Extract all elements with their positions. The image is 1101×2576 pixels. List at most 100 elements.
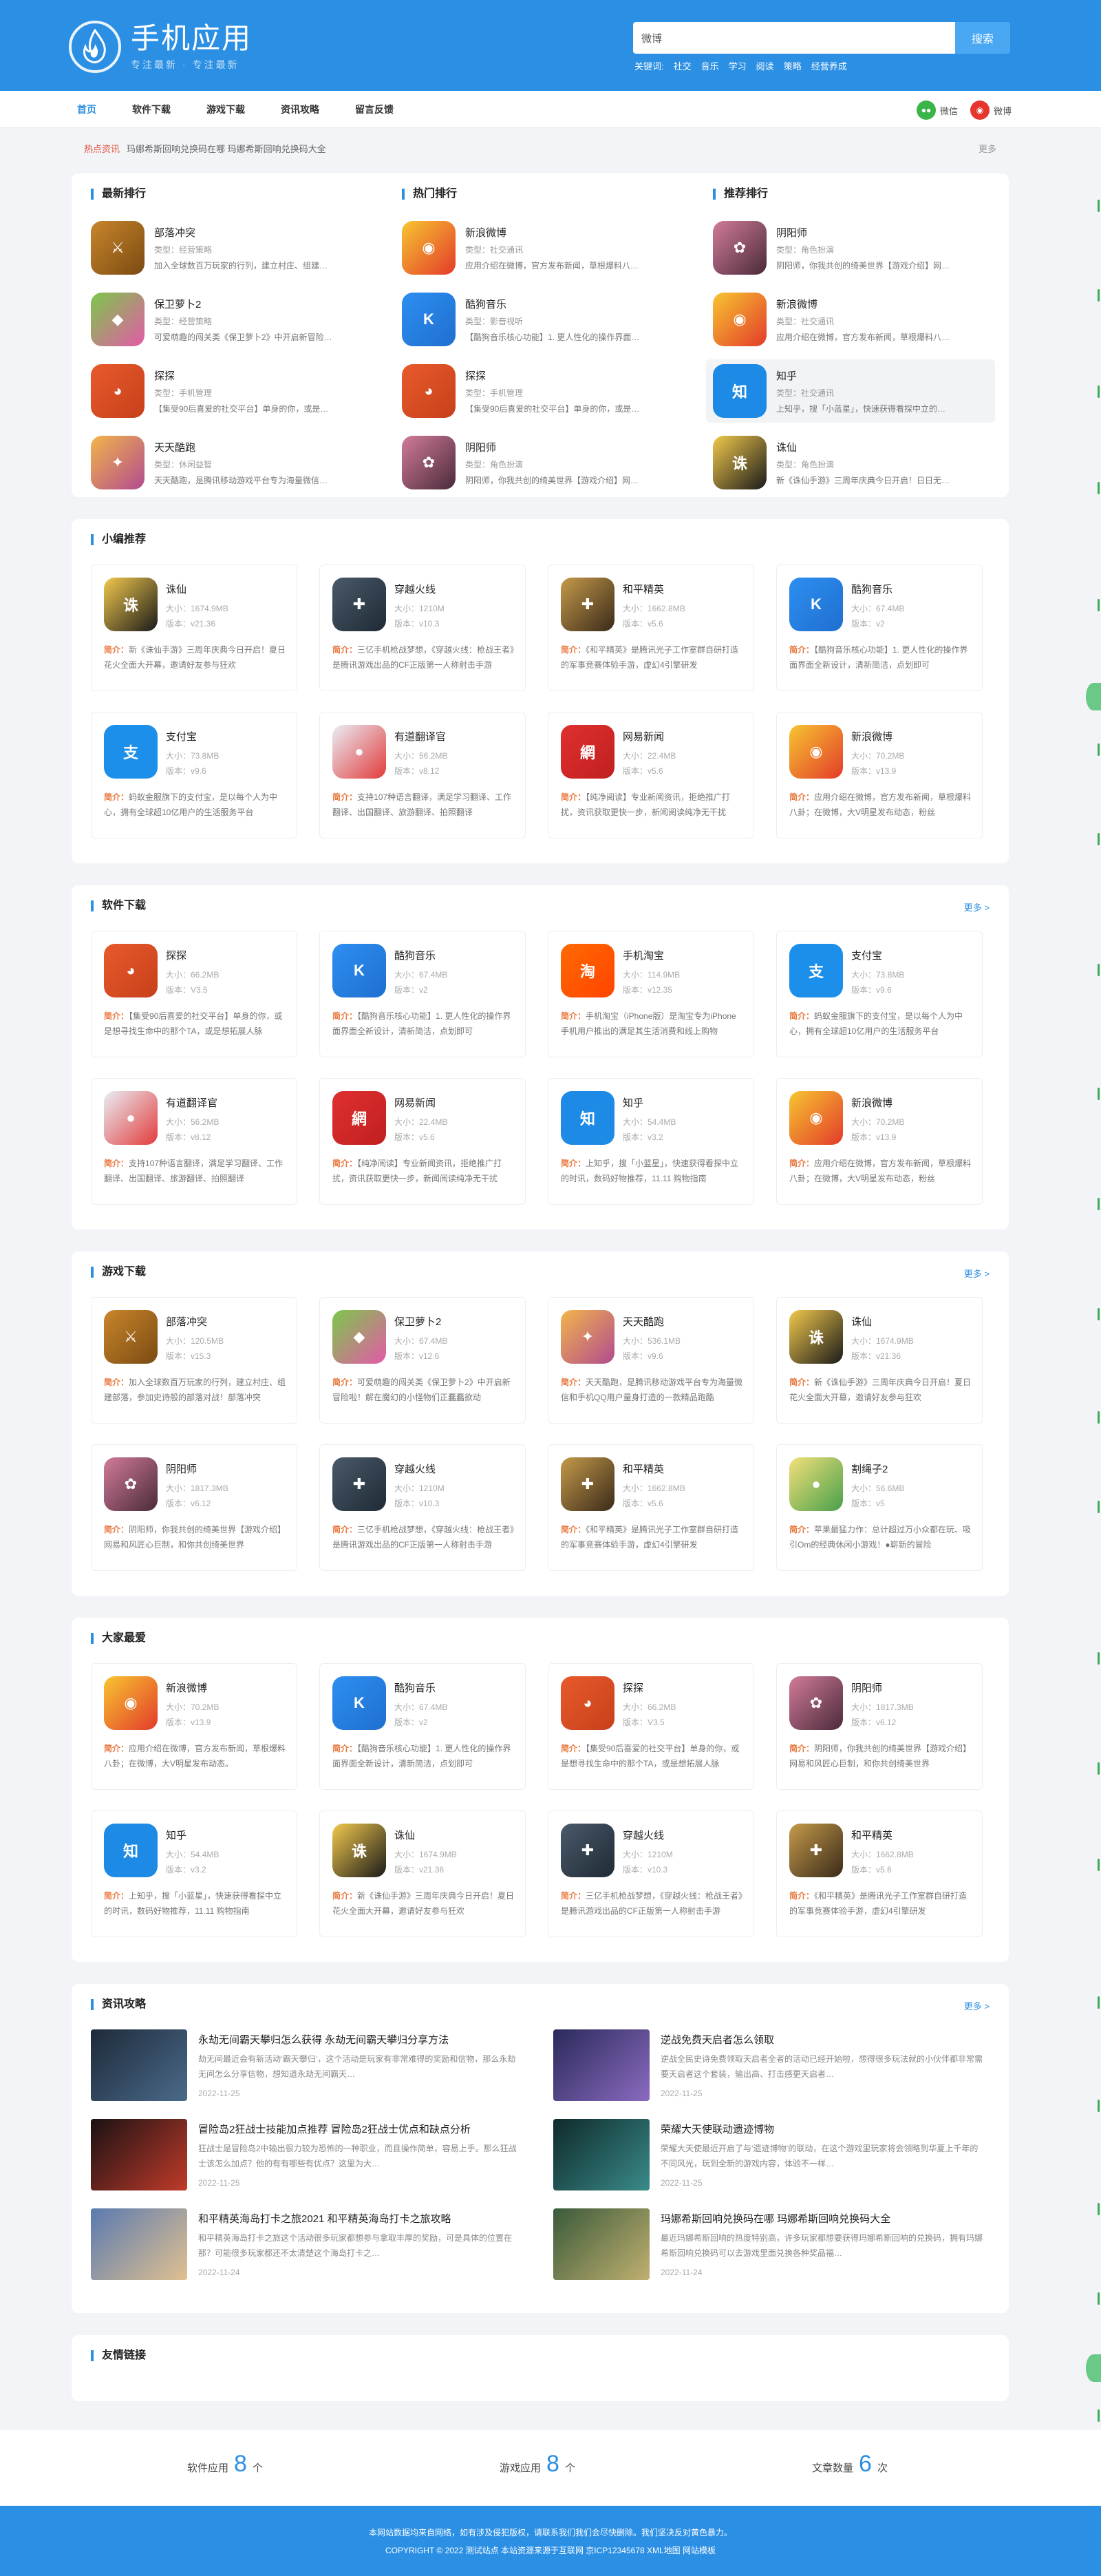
app-icon[interactable]: ◉ xyxy=(713,293,767,346)
app-card[interactable]: K 酷狗音乐 大小：67.4MB 版本：v2 简介：【酷狗音乐核心功能】1. 更人性化的… xyxy=(319,931,526,1057)
app-card[interactable]: ◉ 新浪微博 大小：70.2MB 版本：v13.9 简介：应用介绍在微博，官方发布新闻，… xyxy=(776,712,983,838)
nav-item-software[interactable]: 软件下载 xyxy=(132,103,171,116)
app-icon[interactable]: ✦ xyxy=(91,436,145,489)
app-name[interactable]: 有道翻译官 xyxy=(394,729,518,743)
nav-item-home[interactable]: 首页 xyxy=(77,103,96,116)
app-card[interactable]: ✚ 穿越火线 大小：1210M 版本：v10.3 简介：三亿手机枪战梦想，《穿越火线：枪… xyxy=(319,1444,526,1571)
app-card[interactable]: K 酷狗音乐 大小：67.4MB 版本：v2 简介：【酷狗音乐核心功能】1. 更人性化的… xyxy=(776,564,983,691)
app-card[interactable]: ◆ 保卫萝卜2 大小：67.4MB 版本：v12.6 简介：可爱萌趣的闯关类《保卫萝卜2… xyxy=(319,1297,526,1424)
app-icon[interactable]: 知 xyxy=(713,364,767,418)
search-input[interactable] xyxy=(633,22,955,54)
app-card[interactable]: ● 割绳子2 大小：56.6MB 版本：v5 简介：苹果最猛力作：总计超过万小众都在玩、… xyxy=(776,1444,983,1571)
app-card[interactable]: ● 有道翻译官 大小：56.2MB 版本：v8.12 简介：支持107种语言翻译，满足学… xyxy=(91,1078,297,1205)
news-title[interactable]: 逆战免费天启者怎么领取 xyxy=(661,2032,984,2047)
app-name[interactable]: 天天酷跑 xyxy=(154,440,361,454)
app-card[interactable]: 支 支付宝 大小：73.8MB 版本：v9.6 简介：蚂蚁金服旗下的支付宝，是以每个人为… xyxy=(91,712,297,838)
app-card[interactable]: 淘 手机淘宝 大小：114.9MB 版本：v12.35 简介：手机淘宝（iPhone版）… xyxy=(548,931,754,1057)
app-icon[interactable]: ◆ xyxy=(91,293,145,346)
app-card[interactable]: ✦ 天天酷跑 大小：536.1MB 版本：v9.6 简介：天天酷跑，是腾讯移动游戏平台专… xyxy=(548,1297,754,1424)
app-card[interactable]: ◕ 探探 大小：66.2MB 版本：V3.5 简介：【集受90后喜爱的社交平台】单身的你… xyxy=(548,1663,754,1790)
rank-item[interactable]: ◕ 探探 类型：手机管理 【集受90后喜爱的社交平台】单身的你，或是… xyxy=(84,359,373,423)
rank-item[interactable]: ◉ 新浪微博 类型：社交通讯 应用介绍在微博，官方发布新闻，草根爆料八… xyxy=(395,216,684,279)
app-icon[interactable]: ✚ xyxy=(561,1457,614,1511)
app-name[interactable]: 诛仙 xyxy=(166,582,290,596)
app-card[interactable]: 诛 诛仙 大小：1674.9MB 版本：v21.36 简介：新《诛仙手游》三周年庆典今日… xyxy=(319,1810,526,1937)
app-name[interactable]: 知乎 xyxy=(776,368,983,383)
news-title[interactable]: 和平精英海岛打卡之旅2021 和平精英海岛打卡之旅攻略 xyxy=(198,2211,522,2226)
app-card[interactable]: 诛 诛仙 大小：1674.9MB 版本：v21.36 简介：新《诛仙手游》三周年庆典今日… xyxy=(776,1297,983,1424)
app-name[interactable]: 探探 xyxy=(154,368,361,383)
app-icon[interactable]: K xyxy=(402,293,456,346)
news-item[interactable]: 和平精英海岛打卡之旅2021 和平精英海岛打卡之旅攻略 和平精英海岛打卡之旅这个活… xyxy=(91,2208,524,2283)
app-name[interactable]: 网易新闻 xyxy=(623,729,747,743)
app-card[interactable]: ✿ 阴阳师 大小：1817.3MB 版本：v6.12 简介：阴阳师，你我共创的绮美世界【… xyxy=(91,1444,297,1571)
rank-item[interactable]: ◕ 探探 类型：手机管理 【集受90后喜爱的社交平台】单身的你，或是… xyxy=(395,359,684,423)
app-icon[interactable]: 淘 xyxy=(561,944,614,997)
app-name[interactable]: 阴阳师 xyxy=(465,440,672,454)
app-name[interactable]: 割绳子2 xyxy=(851,1461,975,1476)
news-item[interactable]: 永劫无间霸天攀归怎么获得 永劫无间霸天攀归分享方法 劫无间最近会有新活动‘霸天攀归… xyxy=(91,2029,524,2104)
ticker-link[interactable]: 玛娜希斯回响兑换码在哪 玛娜希斯回响兑换码大全 xyxy=(127,142,326,155)
news-title[interactable]: 永劫无间霸天攀归怎么获得 永劫无间霸天攀归分享方法 xyxy=(198,2032,522,2047)
app-card[interactable]: ● 有道翻译官 大小：56.2MB 版本：v8.12 简介：支持107种语言翻译，满足学… xyxy=(319,712,526,838)
app-name[interactable]: 和平精英 xyxy=(623,1461,747,1476)
app-name[interactable]: 酷狗音乐 xyxy=(394,1680,518,1695)
rank-item[interactable]: ✿ 阴阳师 类型：角色扮演 阴阳师，你我共创的绮美世界【游戏介绍】网… xyxy=(706,216,995,279)
app-name[interactable]: 和平精英 xyxy=(623,582,747,596)
app-icon[interactable]: ⚔ xyxy=(104,1310,158,1364)
app-card[interactable]: 知 知乎 大小：54.4MB 版本：v3.2 简介：上知乎，搜「小蓝星」，快速获得看探中… xyxy=(91,1810,297,1937)
app-icon[interactable]: K xyxy=(332,1676,386,1730)
app-name[interactable]: 天天酷跑 xyxy=(623,1314,747,1329)
share-weibo[interactable]: ◉ 微博 xyxy=(970,101,1012,120)
app-icon[interactable]: ✚ xyxy=(789,1824,843,1877)
app-card[interactable]: ◉ 新浪微博 大小：70.2MB 版本：v13.9 简介：应用介绍在微博，官方发布新闻，… xyxy=(91,1663,297,1790)
app-icon[interactable]: ◆ xyxy=(332,1310,386,1364)
app-icon[interactable]: ◉ xyxy=(402,221,456,275)
ticker-more-link[interactable]: 更多 xyxy=(979,142,996,155)
app-icon[interactable]: ✚ xyxy=(561,578,614,631)
app-icon[interactable]: 知 xyxy=(104,1824,158,1877)
app-card[interactable]: ✚ 和平精英 大小：1662.8MB 版本：v5.6 简介：《和平精英》是腾讯光子工作室… xyxy=(548,1444,754,1571)
app-name[interactable]: 知乎 xyxy=(166,1828,290,1842)
app-card[interactable]: ◕ 探探 大小：66.2MB 版本：V3.5 简介：【集受90后喜爱的社交平台】单身的你… xyxy=(91,931,297,1057)
app-name[interactable]: 新浪微博 xyxy=(851,1095,975,1110)
app-icon[interactable]: 诛 xyxy=(332,1824,386,1877)
app-icon[interactable]: ✿ xyxy=(402,436,456,489)
app-card[interactable]: 支 支付宝 大小：73.8MB 版本：v9.6 简介：蚂蚁金服旗下的支付宝，是以每个人为… xyxy=(776,931,983,1057)
nav-item-feedback[interactable]: 留言反馈 xyxy=(355,103,394,116)
app-icon[interactable]: ◉ xyxy=(789,725,843,779)
app-name[interactable]: 穿越火线 xyxy=(623,1828,747,1842)
app-icon[interactable]: 網 xyxy=(561,725,614,779)
news-thumbnail[interactable] xyxy=(553,2029,650,2101)
app-name[interactable]: 手机淘宝 xyxy=(623,948,747,962)
app-name[interactable]: 穿越火线 xyxy=(394,1461,518,1476)
hot-keyword[interactable]: 社交 xyxy=(674,59,692,72)
more-link[interactable]: 更多 > xyxy=(964,900,990,914)
news-item[interactable]: 冒险岛2狂战士技能加点推荐 冒险岛2狂战士优点和缺点分析 狂战士是冒险岛2中输出很… xyxy=(91,2119,524,2193)
app-icon[interactable]: ⚔ xyxy=(91,221,145,275)
app-name[interactable]: 探探 xyxy=(166,948,290,962)
app-name[interactable]: 新浪微博 xyxy=(851,729,975,743)
app-name[interactable]: 支付宝 xyxy=(851,948,975,962)
app-icon[interactable]: ◉ xyxy=(789,1091,843,1145)
app-card[interactable]: 知 知乎 大小：54.4MB 版本：v3.2 简介：上知乎，搜「小蓝星」，快速获得看探中… xyxy=(548,1078,754,1205)
rank-item[interactable]: 诛 诛仙 类型：角色扮演 新《诛仙手游》三周年庆典今日开启！日日无… xyxy=(706,431,995,494)
app-name[interactable]: 酷狗音乐 xyxy=(394,948,518,962)
news-thumbnail[interactable] xyxy=(553,2119,650,2190)
app-name[interactable]: 新浪微博 xyxy=(776,297,983,311)
app-icon[interactable]: ✚ xyxy=(332,578,386,631)
app-card[interactable]: ✿ 阴阳师 大小：1817.3MB 版本：v6.12 简介：阴阳师，你我共创的绮美世界【… xyxy=(776,1663,983,1790)
news-item[interactable]: 逆战免费天启者怎么领取 逆战全民史诗免费领取天启者全者的活动已经开始啦，想得很多玩… xyxy=(553,2029,987,2104)
app-icon[interactable]: 知 xyxy=(561,1091,614,1145)
rank-item[interactable]: K 酷狗音乐 类型：影音视听 【酷狗音乐核心功能】1. 更人性化的操作界面… xyxy=(395,288,684,351)
app-name[interactable]: 酷狗音乐 xyxy=(465,297,672,311)
app-name[interactable]: 阴阳师 xyxy=(851,1680,975,1695)
app-icon[interactable]: ✿ xyxy=(713,221,767,275)
site-logo[interactable]: 手机应用 专注最新 · 专注最新 xyxy=(69,21,252,73)
app-icon[interactable]: ✿ xyxy=(104,1457,158,1511)
app-icon[interactable]: K xyxy=(789,578,843,631)
app-card[interactable]: ✚ 和平精英 大小：1662.8MB 版本：v5.6 简介：《和平精英》是腾讯光子工作室… xyxy=(548,564,754,691)
news-item[interactable]: 荣耀大天使联动遗迹博物 荣耀大天使最近开启了与‘遗迹博物’的联动，在这个游戏里玩家… xyxy=(553,2119,987,2193)
app-name[interactable]: 知乎 xyxy=(623,1095,747,1110)
side-float-icon[interactable] xyxy=(1086,2354,1101,2382)
